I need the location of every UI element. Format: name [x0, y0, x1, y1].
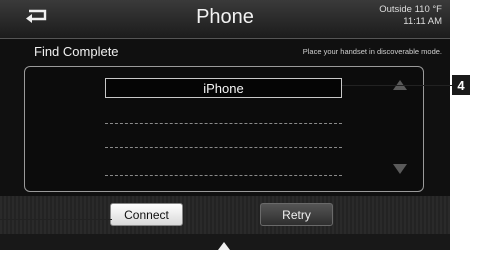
callout-number-badge: 4	[452, 75, 470, 95]
device-slot-empty[interactable]	[105, 175, 342, 176]
outside-temperature: Outside 110 °F	[379, 4, 442, 15]
header-bar: Phone Outside 110 °F 11:11 AM	[0, 0, 450, 39]
callout-leader-line	[0, 219, 112, 220]
device-item-iphone[interactable]: iPhone	[105, 78, 342, 98]
find-status-label: Find Complete	[34, 44, 119, 59]
status-row: Find Complete Place your handset in disc…	[0, 38, 450, 64]
scroll-up-icon[interactable]	[393, 77, 407, 95]
footer-bar	[0, 234, 450, 250]
scroll-down-icon[interactable]	[393, 161, 407, 179]
outside-temp-clock: Outside 110 °F 11:11 AM	[379, 4, 442, 28]
connect-button[interactable]: Connect	[110, 203, 183, 226]
retry-button[interactable]: Retry	[260, 203, 333, 226]
device-slot-empty[interactable]	[105, 147, 342, 148]
discoverable-hint: Place your handset in discoverable mode.	[302, 47, 442, 56]
phone-screen: Phone Outside 110 °F 11:11 AM Find Compl…	[0, 0, 450, 250]
device-slot-empty[interactable]	[105, 123, 342, 124]
clock-time: 11:11 AM	[403, 16, 442, 27]
action-bar: Connect Retry	[0, 196, 450, 234]
callout-leader-line	[342, 85, 452, 86]
up-arrow-icon[interactable]	[218, 237, 230, 255]
